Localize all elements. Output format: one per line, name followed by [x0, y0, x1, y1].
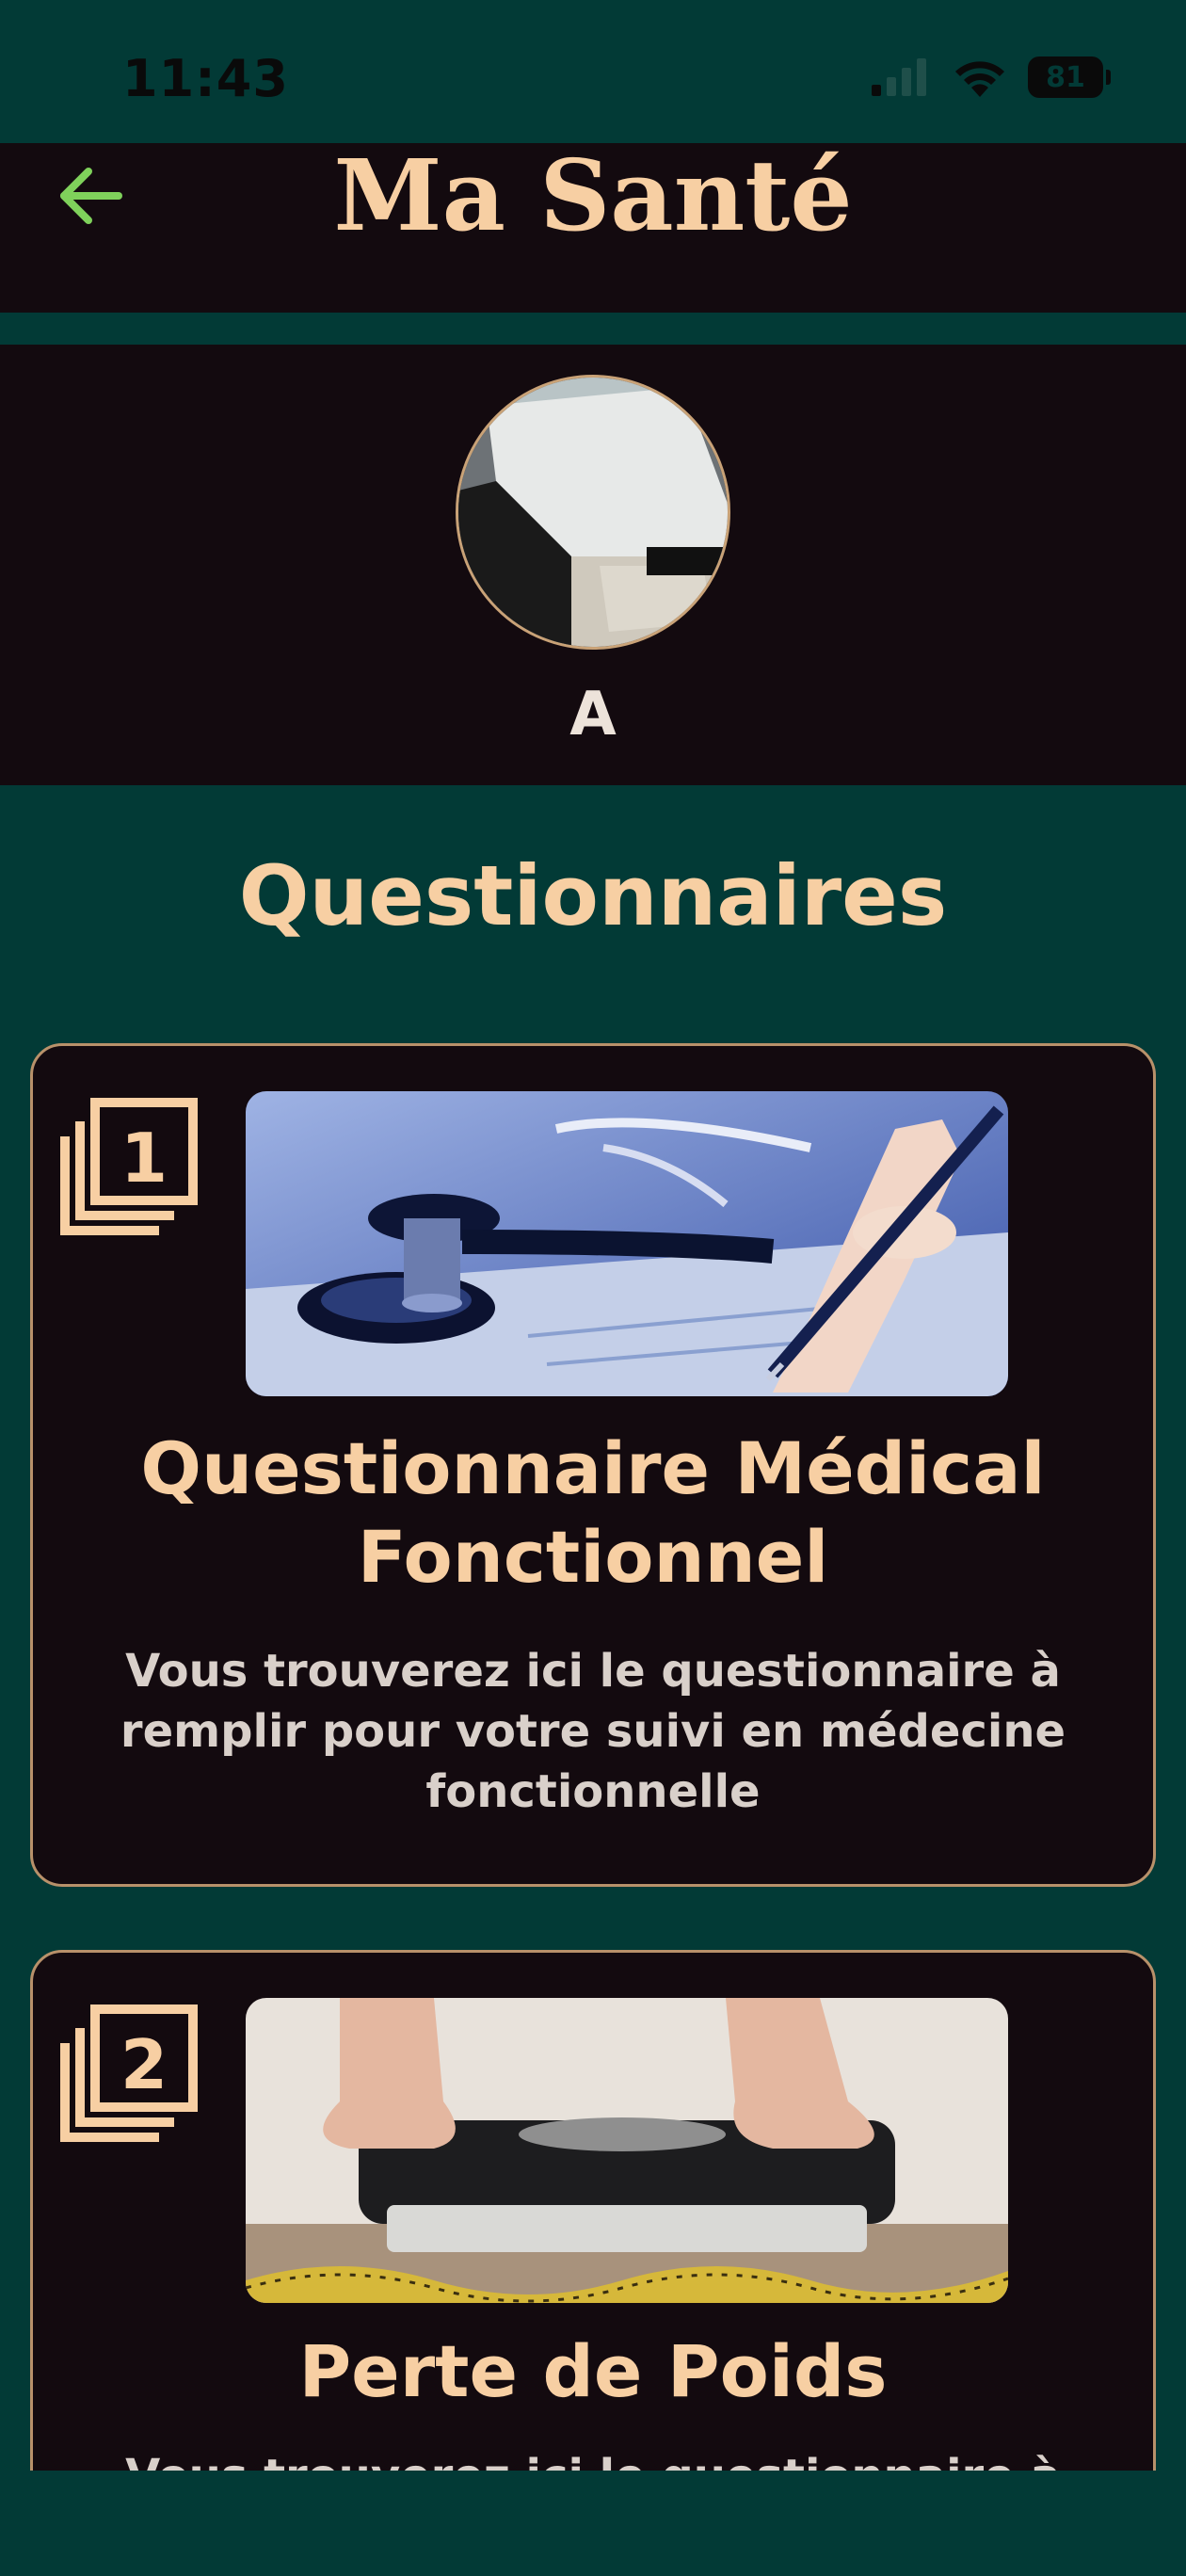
feet-on-scale-image — [246, 1998, 1008, 2303]
wifi-icon — [955, 61, 1004, 97]
bottom-bar — [0, 2471, 1186, 2576]
card-number: 2 — [120, 2025, 168, 2104]
stethoscope-and-pen-image — [246, 1091, 1008, 1396]
profile-panel: A — [0, 345, 1186, 785]
app-header: Ma Santé — [0, 137, 1186, 313]
card-description: Vous trouverez ici le questionnaire à re… — [120, 1645, 1066, 1818]
profile-name: A — [569, 680, 617, 749]
number-two-icon: 2 — [60, 2004, 198, 2142]
page-title: Ma Santé — [333, 137, 853, 253]
card-title: Questionnaire Médical Fonctionnel — [140, 1426, 1046, 1599]
card-title: Perte de Poids — [298, 2329, 888, 2413]
avatar[interactable] — [456, 375, 730, 650]
status-icons: 81 — [872, 56, 1111, 98]
number-one-icon: 1 — [60, 1098, 198, 1235]
section-title: Questionnaires — [238, 847, 948, 944]
signal-icon — [872, 58, 926, 96]
questionnaire-card-medical[interactable]: 1 Questionnaire Médical Fonctionnel Vous… — [30, 1043, 1156, 1887]
status-time: 11:43 — [122, 49, 289, 108]
status-bar: 11:43 81 — [0, 0, 1186, 143]
card-number: 1 — [120, 1119, 168, 1198]
battery-icon: 81 — [1028, 56, 1111, 98]
avatar-photo — [458, 378, 728, 647]
